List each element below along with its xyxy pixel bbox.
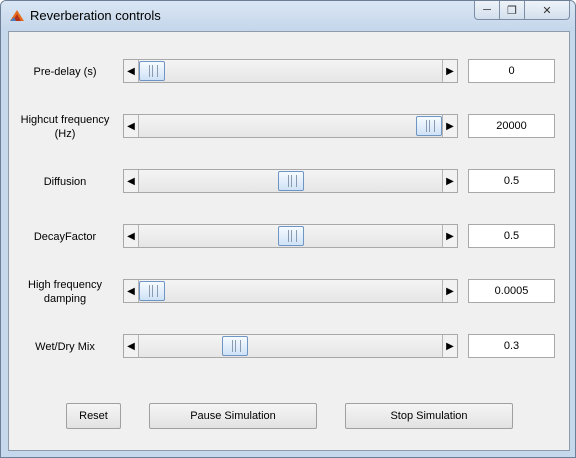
slider-thumb[interactable] [278, 226, 304, 246]
control-label: High frequency damping [28, 279, 102, 305]
slider-right-arrow-icon[interactable]: ▶ [442, 280, 457, 302]
slider-left-arrow-icon[interactable]: ◀ [124, 60, 139, 82]
slider-thumb[interactable] [222, 336, 248, 356]
minimize-button[interactable]: ─ [474, 1, 500, 20]
highcut-frequency-value-field[interactable]: 20000 [468, 114, 555, 138]
minimize-icon: ─ [483, 4, 491, 16]
control-row-pre-delay: Pre-delay (s) ◀ ▶ 0 [9, 57, 569, 87]
slider-left-arrow-icon[interactable]: ◀ [124, 170, 139, 192]
slider-left-arrow-icon[interactable]: ◀ [124, 335, 139, 357]
slider-track[interactable] [139, 225, 442, 247]
close-icon: ✕ [542, 4, 552, 17]
decay-factor-slider[interactable]: ◀ ▶ [123, 224, 458, 248]
pre-delay-slider[interactable]: ◀ ▶ [123, 59, 458, 83]
slider-track[interactable] [139, 115, 442, 137]
slider-thumb[interactable] [278, 171, 304, 191]
slider-thumb[interactable] [139, 61, 165, 81]
slider-right-arrow-icon[interactable]: ▶ [442, 225, 457, 247]
wet-dry-mix-slider[interactable]: ◀ ▶ [123, 334, 458, 358]
slider-left-arrow-icon[interactable]: ◀ [124, 115, 139, 137]
close-button[interactable]: ✕ [525, 1, 570, 20]
slider-left-arrow-icon[interactable]: ◀ [124, 280, 139, 302]
pre-delay-value-field[interactable]: 0 [468, 59, 555, 83]
decay-factor-value-field[interactable]: 0.5 [468, 224, 555, 248]
diffusion-value-field[interactable]: 0.5 [468, 169, 555, 193]
control-row-diffusion: Diffusion ◀ ▶ 0.5 [9, 167, 569, 197]
slider-right-arrow-icon[interactable]: ▶ [442, 115, 457, 137]
high-frequency-damping-value-field[interactable]: 0.0005 [468, 279, 555, 303]
control-row-highcut: Highcut frequency (Hz) ◀ ▶ 20000 [9, 112, 569, 142]
control-label: DecayFactor [33, 231, 97, 243]
slider-thumb[interactable] [139, 281, 165, 301]
slider-thumb[interactable] [416, 116, 442, 136]
control-label: Highcut frequency (Hz) [20, 114, 110, 140]
high-frequency-damping-slider[interactable]: ◀ ▶ [123, 279, 458, 303]
pause-simulation-button[interactable]: Pause Simulation [149, 403, 317, 429]
control-row-hf-damping: High frequency damping ◀ ▶ 0.0005 [9, 277, 569, 307]
reverberation-window: Reverberation controls ─ ❐ ✕ Pre-delay (… [0, 0, 576, 458]
window-title: Reverberation controls [30, 8, 161, 23]
maximize-button[interactable]: ❐ [500, 1, 525, 20]
control-label: Diffusion [43, 176, 87, 188]
title-bar[interactable]: Reverberation controls ─ ❐ ✕ [1, 1, 575, 31]
slider-track[interactable] [139, 280, 442, 302]
control-row-wet-dry: Wet/Dry Mix ◀ ▶ 0.3 [9, 332, 569, 362]
stop-simulation-button[interactable]: Stop Simulation [345, 403, 513, 429]
slider-right-arrow-icon[interactable]: ▶ [442, 335, 457, 357]
slider-track[interactable] [139, 60, 442, 82]
matlab-icon [10, 10, 24, 21]
slider-right-arrow-icon[interactable]: ▶ [442, 60, 457, 82]
control-label: Pre-delay (s) [33, 66, 97, 78]
controls-panel: Pre-delay (s) ◀ ▶ 0 Highcut frequency (H… [8, 31, 570, 451]
reset-button[interactable]: Reset [66, 403, 121, 429]
slider-right-arrow-icon[interactable]: ▶ [442, 170, 457, 192]
control-row-decay-factor: DecayFactor ◀ ▶ 0.5 [9, 222, 569, 252]
slider-track[interactable] [139, 170, 442, 192]
control-label: Wet/Dry Mix [35, 341, 95, 353]
diffusion-slider[interactable]: ◀ ▶ [123, 169, 458, 193]
slider-track[interactable] [139, 335, 442, 357]
highcut-frequency-slider[interactable]: ◀ ▶ [123, 114, 458, 138]
wet-dry-mix-value-field[interactable]: 0.3 [468, 334, 555, 358]
slider-left-arrow-icon[interactable]: ◀ [124, 225, 139, 247]
restore-icon: ❐ [507, 4, 517, 17]
